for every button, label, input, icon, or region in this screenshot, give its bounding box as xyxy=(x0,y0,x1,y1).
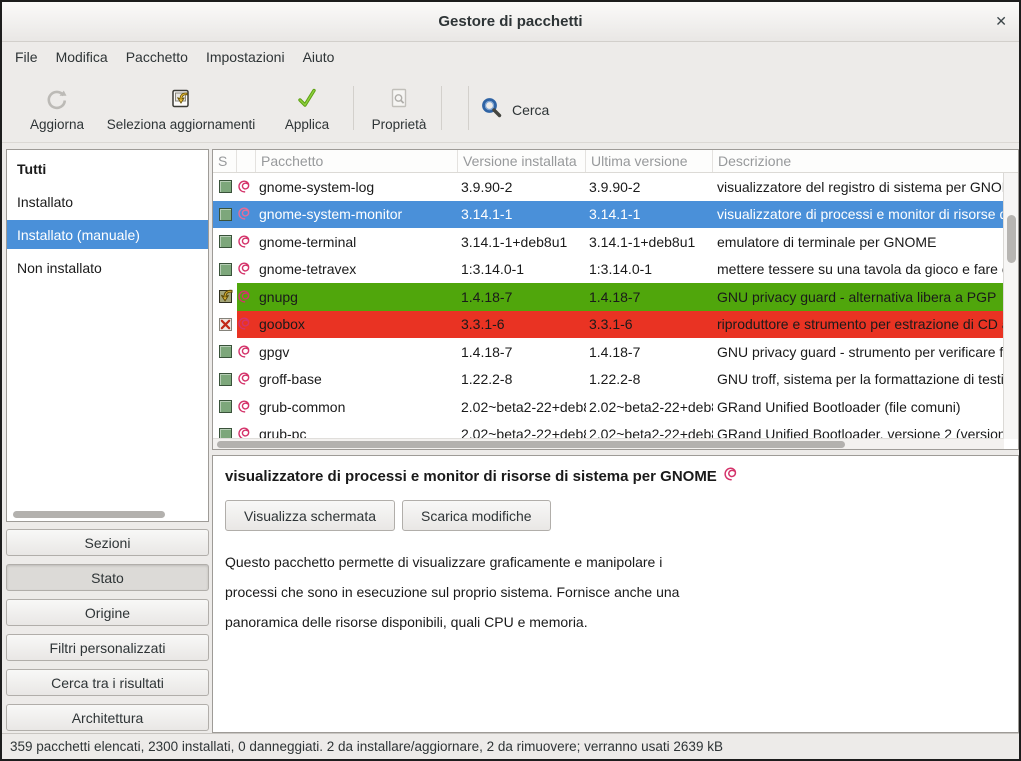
table-row-gnome-system-log[interactable]: gnome-system-log 3.9.90-2 3.9.90-2 visua… xyxy=(213,173,1004,201)
status-installed-icon xyxy=(219,263,232,276)
get-screenshot-button[interactable]: Visualizza schermata xyxy=(225,500,395,531)
reload-label: Aggiorna xyxy=(30,117,84,132)
properties-label: Proprietà xyxy=(372,117,427,132)
filter-item-non-installato[interactable]: Non installato xyxy=(7,253,208,282)
toolbar-separator xyxy=(353,86,354,130)
apply-check-icon xyxy=(294,85,320,113)
status-installed-icon xyxy=(219,373,232,386)
table-row-gnome-tetravex[interactable]: gnome-tetravex 1:3.14.0-1 1:3.14.0-1 met… xyxy=(213,256,1004,284)
debian-swirl-icon xyxy=(237,261,256,277)
table-row-gpgv[interactable]: gpgv 1.4.18-7 1.4.18-7 GNU privacy guard… xyxy=(213,338,1004,366)
menu-pacchetto[interactable]: Pacchetto xyxy=(117,44,197,70)
filter-item-installato[interactable]: Installato xyxy=(7,187,208,216)
package-details-title: visualizzatore di processi e monitor di … xyxy=(225,466,1006,487)
search-button[interactable]: Cerca xyxy=(480,94,549,126)
table-row-gnome-terminal[interactable]: gnome-terminal 3.14.1-1+deb8u1 3.14.1-1+… xyxy=(213,228,1004,256)
get-changelog-button[interactable]: Scarica modifiche xyxy=(402,500,551,531)
package-details-title-text: visualizzatore di processi e monitor di … xyxy=(225,468,717,485)
statusbar: 359 pacchetti elencati, 2300 installati,… xyxy=(2,733,1019,759)
package-details-pane: visualizzatore di processi e monitor di … xyxy=(212,455,1019,733)
filter-item-tutti[interactable]: Tutti xyxy=(7,154,208,183)
status-installed-icon xyxy=(219,235,232,248)
filter-item-installato-manuale[interactable]: Installato (manuale) xyxy=(7,220,208,249)
column-header-icon[interactable] xyxy=(237,150,256,172)
status-installed-icon xyxy=(219,180,232,193)
table-body: gnome-system-log 3.9.90-2 3.9.90-2 visua… xyxy=(213,173,1004,439)
mark-upgrades-button[interactable]: Seleziona aggiornamenti xyxy=(101,82,261,136)
debian-swirl-icon xyxy=(237,399,256,415)
debian-swirl-icon xyxy=(723,466,739,487)
close-icon[interactable]: ✕ xyxy=(995,13,1007,30)
table-row-grub-common[interactable]: grub-common 2.02~beta2-22+deb8u1 2.02~be… xyxy=(213,393,1004,421)
debian-swirl-icon xyxy=(237,289,256,305)
column-header-description[interactable]: Descrizione xyxy=(713,150,1018,172)
debian-swirl-icon xyxy=(237,206,256,222)
column-header-status[interactable]: S xyxy=(213,150,237,172)
refresh-icon xyxy=(44,85,70,113)
apply-label: Applica xyxy=(285,117,329,132)
table-vscrollbar-thumb[interactable] xyxy=(1007,215,1016,263)
status-installed-icon xyxy=(219,400,232,413)
column-header-package[interactable]: Pacchetto xyxy=(256,150,458,172)
search-icon xyxy=(480,96,504,125)
filter-list: Tutti Installato Installato (manuale) No… xyxy=(6,149,209,522)
table-row-grub-pc[interactable]: grub-pc 2.02~beta2-22+deb8u1 2.02~beta2-… xyxy=(213,421,1004,440)
table-row-gnome-system-monitor[interactable]: gnome-system-monitor 3.14.1-1 3.14.1-1 v… xyxy=(213,201,1004,229)
filter-list-hscrollbar-thumb[interactable] xyxy=(13,511,165,518)
status-installed-icon xyxy=(219,208,232,221)
toolbar: Aggiorna Seleziona aggiornamenti Applica… xyxy=(2,72,1019,143)
menu-modifica[interactable]: Modifica xyxy=(47,44,117,70)
mark-upgrades-icon xyxy=(168,85,194,113)
apply-button[interactable]: Applica xyxy=(271,82,343,136)
table-vscrollbar[interactable] xyxy=(1003,173,1018,439)
package-manager-window: Gestore di pacchetti ✕ File Modifica Pac… xyxy=(0,0,1021,761)
menu-aiuto[interactable]: Aiuto xyxy=(294,44,344,70)
table-hscrollbar-thumb[interactable] xyxy=(217,441,845,448)
package-description: Questo pacchetto permette di visualizzar… xyxy=(225,547,1006,637)
search-results-button[interactable]: Cerca tra i risultati xyxy=(6,669,209,696)
table-header: S Pacchetto Versione installata Ultima v… xyxy=(213,150,1018,173)
sections-button[interactable]: Sezioni xyxy=(6,529,209,556)
debian-swirl-icon xyxy=(237,344,256,360)
toolbar-separator xyxy=(468,86,469,130)
window-title: Gestore di pacchetti xyxy=(438,13,582,30)
table-row-gnupg[interactable]: gnupg 1.4.18-7 1.4.18-7 GNU privacy guar… xyxy=(213,283,1004,311)
table-row-goobox[interactable]: goobox 3.3.1-6 3.3.1-6 riproduttore e st… xyxy=(213,311,1004,339)
status-reinstall-icon xyxy=(219,290,232,303)
properties-button[interactable]: Proprietà xyxy=(363,82,435,136)
debian-swirl-icon xyxy=(237,371,256,387)
origin-button[interactable]: Origine xyxy=(6,599,209,626)
search-label: Cerca xyxy=(512,102,549,118)
debian-swirl-icon xyxy=(237,316,256,332)
debian-swirl-icon xyxy=(237,234,256,250)
menu-impostazioni[interactable]: Impostazioni xyxy=(197,44,294,70)
status-button[interactable]: Stato xyxy=(6,564,209,591)
reload-button[interactable]: Aggiorna xyxy=(20,82,94,136)
custom-filters-button[interactable]: Filtri personalizzati xyxy=(6,634,209,661)
menu-file[interactable]: File xyxy=(6,44,47,70)
statusbar-text: 359 pacchetti elencati, 2300 installati,… xyxy=(10,739,723,754)
mark-upgrades-label: Seleziona aggiornamenti xyxy=(107,117,256,132)
toolbar-separator xyxy=(441,86,442,130)
package-table: S Pacchetto Versione installata Ultima v… xyxy=(212,149,1019,450)
debian-swirl-icon xyxy=(237,179,256,195)
status-installed-icon xyxy=(219,345,232,358)
architecture-button[interactable]: Architettura xyxy=(6,704,209,731)
properties-icon xyxy=(386,85,412,113)
column-header-installed-version[interactable]: Versione installata xyxy=(458,150,586,172)
table-hscrollbar[interactable] xyxy=(213,438,1004,449)
menubar: File Modifica Pacchetto Impostazioni Aiu… xyxy=(2,42,1019,72)
status-remove-icon xyxy=(219,318,232,331)
titlebar[interactable]: Gestore di pacchetti ✕ xyxy=(2,2,1019,42)
table-row-groff-base[interactable]: groff-base 1.22.2-8 1.22.2-8 GNU troff, … xyxy=(213,366,1004,394)
column-header-latest-version[interactable]: Ultima versione xyxy=(586,150,713,172)
